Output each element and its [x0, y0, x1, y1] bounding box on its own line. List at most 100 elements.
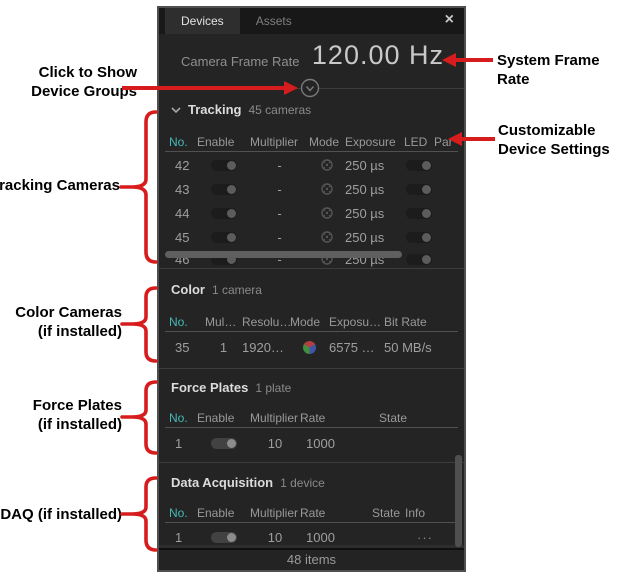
daq-table-header: No. Enable Multiplier Rate State Info [165, 503, 458, 523]
col-no: No. [169, 506, 197, 520]
panel-tab-bar: Devices Assets [159, 8, 464, 34]
section-divider [159, 268, 464, 269]
table-row[interactable]: 35 1 1920… 6575 … 50 MB/s [159, 336, 464, 358]
camera-number: 43 [169, 182, 197, 197]
annotation-color-cameras: Color Cameras (if installed) [0, 303, 122, 341]
tracking-section-title: Tracking [188, 102, 241, 117]
color-brace [122, 288, 156, 361]
section-divider [159, 368, 464, 369]
force-plates-section-header[interactable]: Force Plates 1 plate [171, 380, 291, 395]
rate-value: 1000 [300, 436, 379, 451]
exposure-value: 250 µs [345, 182, 404, 197]
col-state: State [379, 411, 443, 425]
tracking-brace [121, 112, 156, 262]
annotation-click-to-show: Click to Show Device Groups [0, 63, 137, 101]
table-row[interactable]: 45 - 250 µs [159, 226, 464, 248]
col-no: No. [169, 411, 197, 425]
annotation-force-plates: Force Plates (if installed) [0, 396, 122, 434]
bit-rate-value: 50 MB/s [384, 340, 448, 355]
col-enable: Enable [197, 135, 250, 149]
enable-toggle[interactable] [211, 184, 237, 195]
col-no: No. [169, 135, 197, 149]
col-enable: Enable [197, 506, 250, 520]
daq-section-header[interactable]: Data Acquisition 1 device [171, 475, 325, 490]
camera-frame-rate-value: 120.00 Hz [312, 40, 444, 71]
table-row[interactable]: 42 - 250 µs [159, 154, 464, 176]
horizontal-scrollbar[interactable] [165, 251, 402, 258]
force-plates-brace [122, 382, 156, 453]
led-toggle[interactable] [406, 254, 432, 265]
multiplier-value: - [250, 206, 309, 221]
tracking-section-header[interactable]: Tracking 45 cameras [171, 102, 311, 117]
tracking-mode-icon[interactable] [320, 182, 334, 196]
multiplier-value: - [250, 230, 309, 245]
table-row[interactable]: 44 - 250 µs [159, 202, 464, 224]
col-multiplier: Multiplier [250, 411, 300, 425]
collapse-chevron-icon [171, 107, 181, 113]
tab-devices[interactable]: Devices [165, 8, 240, 34]
col-mode: Mode [290, 315, 329, 329]
chevron-down-circle-icon[interactable] [299, 77, 321, 99]
tab-assets[interactable]: Assets [240, 8, 308, 34]
col-rate: Rate [300, 411, 379, 425]
table-row[interactable]: 1 10 1000 ··· [159, 526, 464, 548]
force-plates-section-title: Force Plates [171, 380, 248, 395]
section-divider [159, 462, 464, 463]
daq-section-count: 1 device [280, 476, 325, 490]
tracking-mode-icon[interactable] [320, 230, 334, 244]
col-mode: Mode [309, 135, 345, 149]
col-state: State [372, 506, 405, 520]
annotation-tracking-cameras: Tracking Cameras [0, 176, 120, 195]
annotation-system-frame-rate: System Frame Rate [497, 51, 627, 89]
enable-toggle[interactable] [211, 160, 237, 171]
col-multiplier: Multiplier [250, 506, 300, 520]
col-resolution: Resolu… [242, 315, 290, 329]
enable-toggle[interactable] [211, 208, 237, 219]
col-info: Info [405, 506, 445, 520]
daq-brace [122, 478, 156, 550]
close-icon[interactable]: × [445, 12, 454, 28]
devices-panel: Devices Assets × Camera Frame Rate 120.0… [157, 6, 466, 572]
col-bit-rate: Bit Rate [384, 315, 448, 329]
force-plates-section-count: 1 plate [255, 381, 291, 395]
items-count-footer: 48 items [159, 548, 464, 570]
led-toggle[interactable] [406, 160, 432, 171]
annotation-daq: DAQ (if installed) [0, 505, 122, 524]
enable-toggle[interactable] [211, 438, 237, 449]
camera-number: 42 [169, 158, 197, 173]
led-toggle[interactable] [406, 232, 432, 243]
enable-toggle[interactable] [211, 532, 237, 543]
color-section-header[interactable]: Color 1 camera [171, 282, 262, 297]
exposure-value: 6575 … [329, 340, 384, 355]
multiplier-value: 10 [250, 436, 300, 451]
plate-number: 1 [169, 436, 197, 451]
daq-section-title: Data Acquisition [171, 475, 273, 490]
led-toggle[interactable] [406, 184, 432, 195]
tracking-mode-icon[interactable] [320, 206, 334, 220]
camera-number: 35 [169, 340, 205, 355]
tracking-section-count: 45 cameras [248, 103, 311, 117]
col-led: LED [404, 135, 434, 149]
figure-canvas: Click to Show Device Groups Tracking Cam… [0, 0, 627, 580]
info-ellipsis-icon[interactable]: ··· [405, 530, 445, 545]
col-multiplier: Mul… [205, 315, 242, 329]
table-row[interactable]: 1 10 1000 [159, 432, 464, 454]
col-rate: Rate [300, 506, 372, 520]
force-plates-table-header: No. Enable Multiplier Rate State [165, 408, 458, 428]
color-section-title: Color [171, 282, 205, 297]
col-multiplier: Multiplier [250, 135, 309, 149]
tracking-table-header: No. Enable Multiplier Mode Exposure LED … [165, 132, 458, 152]
vertical-scrollbar[interactable] [455, 455, 462, 547]
tracking-mode-icon[interactable] [320, 158, 334, 172]
exposure-value: 250 µs [345, 230, 404, 245]
annotation-customizable-device-settings: Customizable Device Settings [498, 121, 627, 159]
enable-toggle[interactable] [211, 232, 237, 243]
multiplier-value: - [250, 182, 309, 197]
multiplier-value: - [250, 158, 309, 173]
col-par: Par [434, 135, 458, 149]
led-toggle[interactable] [406, 208, 432, 219]
table-row[interactable]: 43 - 250 µs [159, 178, 464, 200]
col-exposure: Exposu… [329, 315, 384, 329]
color-mode-icon[interactable] [303, 341, 316, 354]
col-exposure: Exposure [345, 135, 404, 149]
